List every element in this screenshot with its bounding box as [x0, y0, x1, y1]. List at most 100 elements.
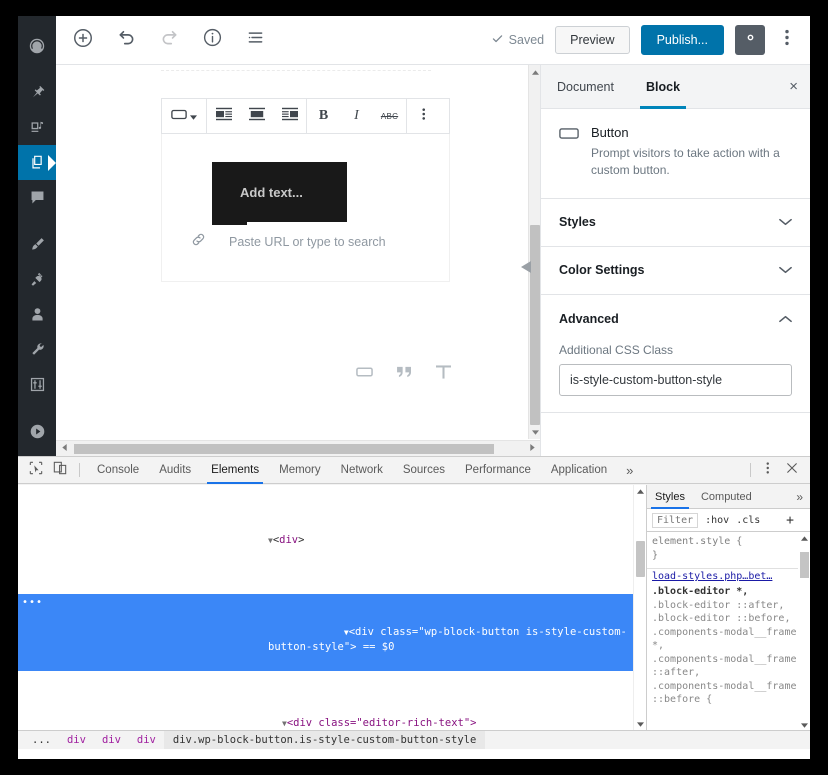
more-rich-text-button[interactable]: [407, 99, 440, 133]
sidebar-item-plugins[interactable]: [18, 262, 56, 297]
sidebar-item-users[interactable]: [18, 297, 56, 332]
block-type-group: [162, 99, 207, 133]
tab-memory[interactable]: Memory: [269, 457, 331, 484]
sidebar-item-settings[interactable]: [18, 367, 56, 402]
breadcrumb-overflow[interactable]: ...: [24, 731, 59, 749]
block-ghost-outline: [161, 70, 431, 82]
sidebar-item-posts[interactable]: [18, 75, 56, 110]
button-icon[interactable]: [356, 365, 373, 384]
strikethrough-button[interactable]: ABC: [373, 99, 406, 133]
rule-selector: .block-editor *,: [652, 585, 805, 599]
styles-more-tabs-button[interactable]: »: [796, 490, 810, 504]
align-center-button[interactable]: [240, 99, 273, 133]
breadcrumb-item-active[interactable]: div.wp-block-button.is-style-custom-butt…: [164, 731, 485, 749]
css-class-label: Additional CSS Class: [559, 343, 792, 357]
button-block[interactable]: Add text...: [212, 162, 347, 222]
preview-button[interactable]: Preview: [555, 26, 629, 54]
more-tabs-button[interactable]: »: [617, 463, 642, 478]
redo-button[interactable]: [154, 25, 184, 55]
add-block-button[interactable]: [68, 25, 98, 55]
url-placeholder-text[interactable]: Paste URL or type to search: [229, 235, 386, 249]
publish-button[interactable]: Publish...: [641, 25, 724, 55]
tab-block[interactable]: Block: [630, 65, 696, 109]
scrollbar-thumb[interactable]: [530, 225, 540, 425]
text-icon[interactable]: [436, 365, 451, 384]
content-structure-button[interactable]: [197, 25, 227, 55]
breadcrumb-item[interactable]: div: [59, 731, 94, 749]
align-right-button[interactable]: [273, 99, 306, 133]
cls-toggle[interactable]: .cls: [736, 515, 760, 526]
canvas-horizontal-scrollbar[interactable]: [56, 440, 540, 456]
panel-styles-label: Styles: [559, 215, 596, 229]
panel-styles[interactable]: Styles: [541, 199, 810, 247]
breadcrumb-item[interactable]: div: [129, 731, 164, 749]
tab-network[interactable]: Network: [331, 457, 393, 484]
tab-console[interactable]: Console: [87, 457, 149, 484]
element-style-rule[interactable]: element.style { }: [647, 532, 810, 565]
sidebar-item-media[interactable]: [18, 110, 56, 145]
tab-document[interactable]: Document: [541, 65, 630, 109]
devtools-close-button[interactable]: [780, 458, 804, 482]
toolbar-divider: [79, 463, 80, 477]
styles-scrollbar[interactable]: [798, 532, 810, 731]
undo-button[interactable]: [111, 25, 141, 55]
hov-toggle[interactable]: :hov: [705, 515, 729, 526]
sidebar-item-tools[interactable]: [18, 332, 56, 367]
scroll-up-arrow-icon[interactable]: [634, 485, 646, 498]
panel-advanced[interactable]: Advanced: [541, 295, 810, 343]
tab-sources[interactable]: Sources: [393, 457, 455, 484]
dom-line[interactable]: ▼<div>: [18, 533, 646, 548]
tab-audits[interactable]: Audits: [149, 457, 201, 484]
close-icon: [786, 461, 798, 479]
dom-tree-pane[interactable]: ▼<div> ••• ▼<div class="wp-block-button …: [18, 485, 646, 731]
tools-wrench-icon: [29, 341, 46, 358]
block-type-switcher[interactable]: [162, 99, 206, 133]
scrollbar-thumb[interactable]: [74, 444, 494, 454]
panel-color-settings[interactable]: Color Settings: [541, 247, 810, 295]
inspect-element-button[interactable]: [24, 458, 48, 482]
tab-performance[interactable]: Performance: [455, 457, 541, 484]
dom-tree-scrollbar[interactable]: [633, 485, 646, 731]
dom-selected-markup: <div class="wp-block-button is-style-cus…: [268, 626, 627, 653]
toggle-device-toolbar-button[interactable]: [48, 458, 72, 482]
info-circle-icon: [202, 27, 223, 53]
sidebar-item-dashboard[interactable]: [18, 28, 56, 63]
breadcrumb-item[interactable]: div: [94, 731, 129, 749]
more-group: [407, 99, 440, 133]
block-navigation-button[interactable]: [240, 25, 270, 55]
scroll-right-arrow-icon[interactable]: [524, 444, 540, 453]
sidebar-item-play[interactable]: [18, 414, 56, 449]
style-source-link[interactable]: load-styles.php…bet…: [647, 569, 810, 582]
tab-application[interactable]: Application: [541, 457, 617, 484]
more-options-button[interactable]: [776, 25, 798, 55]
scrollbar-track[interactable]: [72, 441, 524, 457]
italic-button[interactable]: I: [340, 99, 373, 133]
scroll-up-arrow-icon[interactable]: [798, 532, 810, 544]
quote-icon[interactable]: [396, 365, 413, 384]
sidebar-item-appearance[interactable]: [18, 227, 56, 262]
canvas-vertical-scrollbar[interactable]: [528, 65, 540, 439]
bold-button[interactable]: B: [307, 99, 340, 133]
chevron-down-icon: [779, 261, 792, 279]
sidebar-collapse-handle[interactable]: [521, 261, 531, 276]
sidebar-item-pages[interactable]: [18, 145, 56, 180]
dom-line[interactable]: ▼<div class="editor-rich-text">: [18, 716, 646, 731]
tab-styles[interactable]: Styles: [647, 485, 693, 509]
matched-style-rule[interactable]: .block-editor *, .block-editor ::after, …: [647, 582, 810, 710]
new-style-rule-button[interactable]: +: [786, 513, 805, 528]
dom-line-selected[interactable]: ••• ▼<div class="wp-block-button is-styl…: [18, 594, 646, 670]
scrollbar-thumb[interactable]: [636, 541, 645, 577]
scrollbar-thumb[interactable]: [800, 552, 809, 578]
chevron-down-icon: [190, 107, 197, 125]
button-block-text[interactable]: Add text...: [240, 185, 303, 200]
additional-css-class-input[interactable]: [559, 364, 792, 396]
scroll-left-arrow-icon[interactable]: [56, 444, 72, 453]
tab-elements[interactable]: Elements: [201, 457, 269, 484]
devtools-menu-button[interactable]: [756, 458, 780, 482]
sidebar-item-comments[interactable]: [18, 180, 56, 215]
align-left-button[interactable]: [207, 99, 240, 133]
tab-computed[interactable]: Computed: [693, 485, 760, 509]
settings-button[interactable]: [735, 25, 765, 55]
styles-filter-input[interactable]: Filter: [652, 513, 698, 528]
close-sidebar-button[interactable]: ×: [789, 78, 798, 95]
